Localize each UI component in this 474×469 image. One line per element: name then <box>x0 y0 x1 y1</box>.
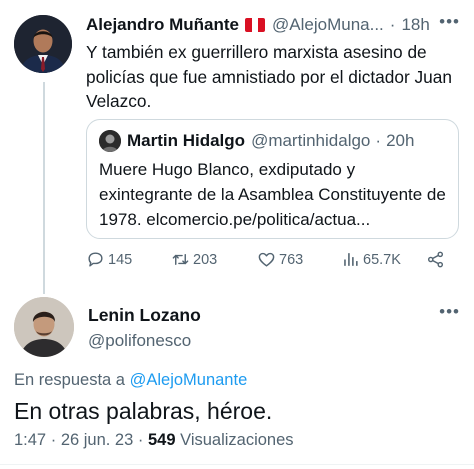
separator-dot: · <box>375 131 382 150</box>
retweet-icon <box>172 254 189 265</box>
more-options-icon[interactable]: ••• <box>439 302 460 322</box>
reply-count: 145 <box>108 251 133 268</box>
views-number: 549 <box>147 431 176 449</box>
views-label[interactable]: Visualizaciones <box>180 431 293 449</box>
separator-dot: · <box>389 15 396 34</box>
views-bar-chart-icon <box>344 253 358 266</box>
tweet-time[interactable]: 1:47 <box>14 431 46 449</box>
replying-to-line: En respuesta a @AlejoMunante <box>14 371 247 390</box>
author-handle[interactable]: @AlejoMuna... <box>272 15 384 35</box>
quoted-tweet-header: Martin Hidalgo @martinhidalgo · 20h <box>99 130 414 152</box>
heart-icon <box>258 252 275 267</box>
tweet-date[interactable]: 26 jun. 23 <box>61 431 133 449</box>
quoted-tweet-text: Muere Hugo Blanco, exdiputado y exintegr… <box>99 160 446 229</box>
quoted-tweet-card[interactable]: Martin Hidalgo @martinhidalgo · 20h Muer… <box>86 119 459 239</box>
tweet-text: En otras palabras, héroe. <box>14 398 273 424</box>
replying-to-label: En respuesta a <box>14 371 125 389</box>
separator-dot: · <box>50 431 57 449</box>
peru-flag-icon <box>245 18 266 32</box>
quoted-timestamp: 20h <box>386 131 415 150</box>
retweet-button[interactable]: 203 <box>171 250 217 269</box>
parent-tweet-header: Alejandro Muñante @AlejoMuna... · 18h <box>86 14 430 36</box>
more-options-icon[interactable]: ••• <box>439 12 460 32</box>
like-button[interactable]: 763 <box>257 250 303 269</box>
divider <box>0 464 474 465</box>
separator-dot: · <box>137 431 144 449</box>
quoted-author-name: Martin Hidalgo <box>127 131 246 150</box>
avatar[interactable] <box>14 15 72 73</box>
views-count: 65.7K <box>363 251 401 268</box>
share-icon <box>427 251 444 268</box>
tweet-meta: 1:47 · 26 jun. 23 · 549 Visualizaciones <box>14 431 294 450</box>
replying-to-link[interactable]: @AlejoMunante <box>130 371 248 389</box>
quoted-author-handle: @martinhidalgo <box>251 131 371 150</box>
share-button[interactable] <box>426 250 448 269</box>
tweet-timestamp[interactable]: 18h <box>401 15 429 35</box>
avatar[interactable] <box>14 297 74 357</box>
tweet-text: Y también ex guerrillero marxista asesin… <box>86 42 453 111</box>
views-button[interactable]: 65.7K <box>341 250 401 269</box>
author-name[interactable]: Lenin Lozano <box>88 305 201 326</box>
thread-connector-line <box>43 82 45 294</box>
reply-button[interactable]: 145 <box>86 250 132 269</box>
retweet-count: 203 <box>193 251 218 268</box>
author-name[interactable]: Alejandro Muñante <box>86 15 239 35</box>
tweet-action-bar: 145 203 763 65.7K <box>86 250 458 274</box>
quoted-avatar <box>99 130 121 152</box>
author-handle[interactable]: @polifonesco <box>88 331 191 351</box>
like-count: 763 <box>279 251 304 268</box>
reply-icon <box>88 252 103 267</box>
